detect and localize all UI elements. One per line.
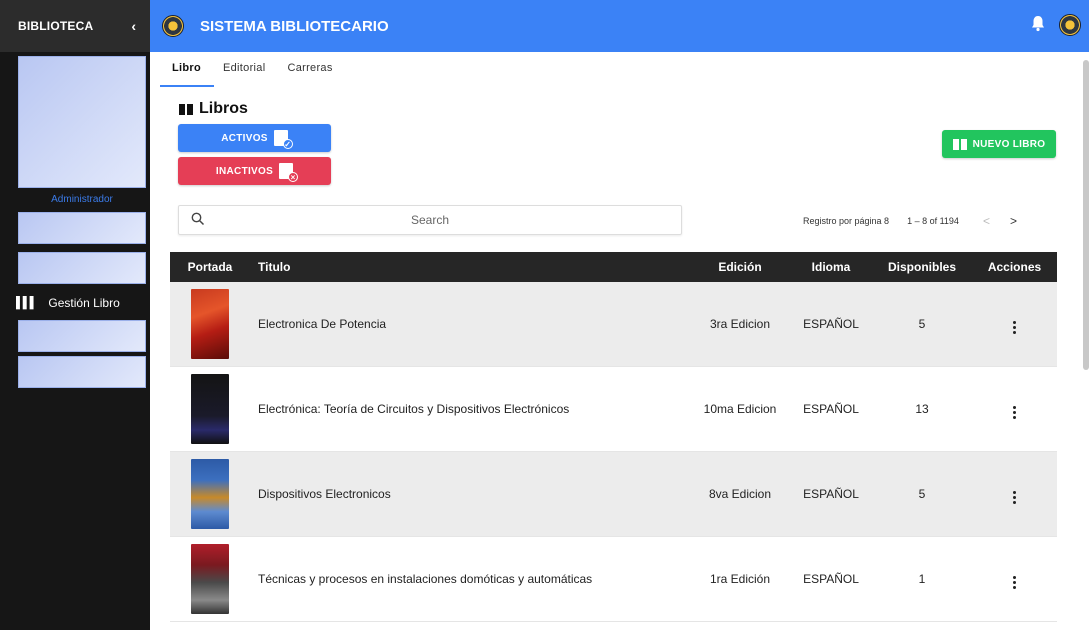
sidebar-item-gestion-libro[interactable]: ▌▌▌ Gestión Libro bbox=[16, 296, 120, 310]
activos-label: ACTIVOS bbox=[221, 132, 268, 144]
book-language: ESPAÑOL bbox=[803, 402, 859, 416]
book-edition: 8va Edicion bbox=[708, 487, 772, 501]
book-language: ESPAÑOL bbox=[803, 572, 859, 586]
more-vert-icon[interactable] bbox=[1009, 574, 1020, 591]
nuevo-libro-button[interactable]: NUEVO LIBRO bbox=[942, 130, 1056, 158]
tab-editorial[interactable]: Editorial bbox=[215, 62, 279, 80]
search-icon bbox=[191, 212, 205, 226]
bell-icon[interactable] bbox=[1031, 15, 1045, 32]
page-size-label[interactable]: Registro por página 8 bbox=[803, 216, 889, 226]
sidebar-item-3[interactable] bbox=[18, 320, 146, 352]
document-check-icon: ✓ bbox=[273, 130, 293, 149]
book-language: ESPAÑOL bbox=[803, 317, 859, 331]
book-icon bbox=[179, 103, 193, 115]
header-acciones: Acciones bbox=[987, 260, 1042, 274]
book-available: 1 bbox=[918, 572, 926, 586]
profile-image bbox=[18, 56, 146, 188]
book-language: ESPAÑOL bbox=[803, 487, 859, 501]
header-idioma[interactable]: Idioma bbox=[790, 260, 872, 274]
inactivos-button[interactable]: INACTIVOS × bbox=[178, 157, 331, 185]
avatar-icon[interactable] bbox=[1059, 14, 1081, 36]
page-title-text: Libros bbox=[199, 100, 248, 117]
table-row[interactable]: Técnicas y procesos en instalaciones dom… bbox=[170, 537, 1057, 622]
book-cover-image bbox=[191, 459, 229, 529]
header-portada[interactable]: Portada bbox=[170, 260, 250, 274]
inactivos-label: INACTIVOS bbox=[215, 165, 274, 177]
books-table: Portada Titulo Edición Idioma Disponible… bbox=[170, 252, 1057, 622]
sidebar-item-2[interactable] bbox=[18, 252, 146, 284]
more-vert-icon[interactable] bbox=[1009, 489, 1020, 506]
page-range: 1 – 8 of 1194 bbox=[907, 216, 959, 226]
nuevo-libro-label: NUEVO LIBRO bbox=[972, 138, 1046, 150]
book-title: Electrónica: Teoría de Circuitos y Dispo… bbox=[258, 402, 570, 416]
tab-libro[interactable]: Libro bbox=[164, 62, 215, 80]
collapse-chevron-icon[interactable]: ‹ bbox=[131, 18, 136, 34]
header-titulo[interactable]: Titulo bbox=[250, 260, 690, 274]
tab-bar: Libro Editorial Carreras bbox=[164, 62, 347, 80]
sidebar-header: BIBLIOTECA ‹ bbox=[0, 0, 150, 52]
active-tab-indicator bbox=[160, 85, 214, 87]
header-edicion[interactable]: Edición bbox=[690, 260, 790, 274]
sidebar: BIBLIOTECA ‹ Administrador ▌▌▌ Gestión L… bbox=[0, 0, 150, 630]
tab-carreras[interactable]: Carreras bbox=[279, 62, 346, 80]
activos-button[interactable]: ACTIVOS ✓ bbox=[178, 124, 331, 152]
more-vert-icon[interactable] bbox=[1009, 404, 1020, 421]
table-row[interactable]: Electronica De Potencia 3ra Edicion ESPA… bbox=[170, 282, 1057, 367]
search-input[interactable] bbox=[179, 206, 681, 234]
book-available: 5 bbox=[918, 317, 926, 331]
more-vert-icon[interactable] bbox=[1009, 319, 1020, 336]
table-row[interactable]: Dispositivos Electronicos 8va Edicion ES… bbox=[170, 452, 1057, 537]
book-cover-image bbox=[191, 374, 229, 444]
book-title: Técnicas y procesos en instalaciones dom… bbox=[258, 572, 593, 586]
library-icon: ▌▌▌ bbox=[16, 297, 37, 309]
page-title: Libros bbox=[179, 100, 248, 118]
topbar: SISTEMA BIBLIOTECARIO bbox=[150, 0, 1089, 52]
sidebar-item-label: Gestión Libro bbox=[48, 296, 120, 310]
sidebar-item-1[interactable] bbox=[18, 212, 146, 244]
book-available: 5 bbox=[918, 487, 926, 501]
book-available: 13 bbox=[915, 402, 929, 416]
document-x-icon: × bbox=[279, 163, 299, 182]
book-edition: 3ra Edicion bbox=[709, 317, 771, 331]
chevron-left-icon[interactable]: < bbox=[983, 214, 990, 228]
chevron-right-icon[interactable]: > bbox=[1010, 214, 1017, 228]
book-title: Dispositivos Electronicos bbox=[258, 487, 391, 501]
sidebar-title: BIBLIOTECA bbox=[18, 19, 94, 33]
paginator: Registro por página 8 1 – 8 of 1194 < > bbox=[803, 214, 1017, 228]
app-title: SISTEMA BIBLIOTECARIO bbox=[200, 17, 389, 35]
book-edition: 1ra Edición bbox=[709, 572, 771, 586]
table-row[interactable]: Electrónica: Teoría de Circuitos y Dispo… bbox=[170, 367, 1057, 452]
app-logo-icon bbox=[162, 15, 184, 37]
table-header: Portada Titulo Edición Idioma Disponible… bbox=[170, 252, 1057, 282]
book-edition: 10ma Edicion bbox=[703, 402, 777, 416]
book-cover-image bbox=[191, 544, 229, 614]
book-icon bbox=[952, 138, 967, 150]
sidebar-item-4[interactable] bbox=[18, 356, 146, 388]
header-disponibles[interactable]: Disponibles bbox=[872, 260, 972, 274]
book-cover-image bbox=[191, 289, 229, 359]
search-box bbox=[178, 205, 682, 235]
user-role: Administrador bbox=[51, 194, 113, 205]
scrollbar[interactable] bbox=[1083, 60, 1089, 370]
book-title: Electronica De Potencia bbox=[258, 317, 387, 331]
